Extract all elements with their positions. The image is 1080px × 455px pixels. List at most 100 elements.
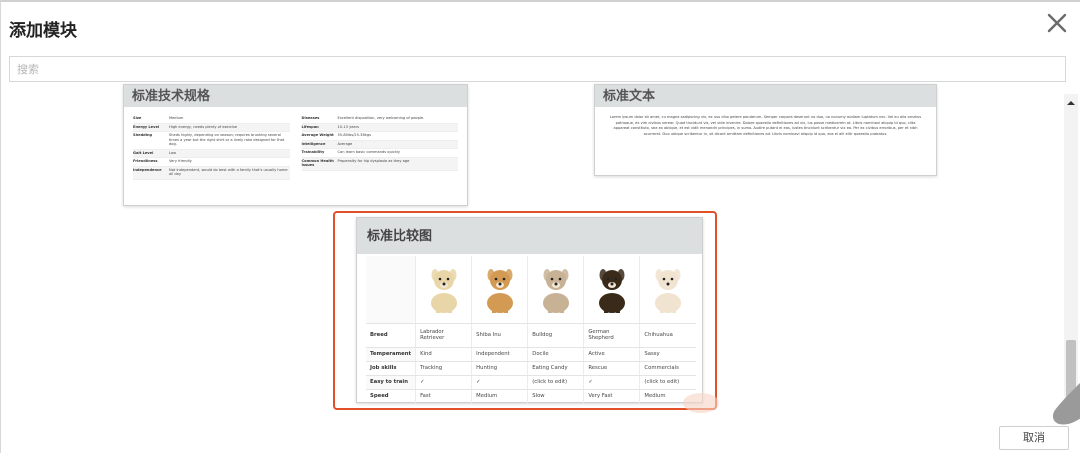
table-cell: Fast — [415, 389, 472, 404]
row-label: Temperament — [366, 347, 416, 362]
spec-value: Propensity for hip dysplasia as they age — [337, 158, 410, 163]
table-cell: Very Fast — [583, 389, 640, 404]
cancel-button[interactable]: 取消 — [999, 426, 1069, 450]
table-cell: ✓ — [471, 375, 528, 390]
spec-table: Size Medium Energy Level High energy, needs… — [124, 107, 467, 186]
table-cell: Active — [583, 347, 640, 362]
spec-key: Size — [133, 116, 142, 120]
spec-key: Lifespan — [301, 124, 319, 129]
spec-key: Intelligence — [301, 141, 326, 146]
spec-row: Diseases Excellent disposition, very welc… — [301, 115, 458, 124]
module-card-text[interactable]: 标准文本 Lorem ipsum dolor sit amet, cu magn… — [594, 84, 937, 176]
spec-row: Size Medium — [133, 115, 290, 124]
table-row: Speed Fast Medium Slow Very Fast Medium — [366, 389, 696, 404]
spec-row: Gait Level Low — [133, 149, 290, 158]
spec-value: High energy, needs plenty of exercise — [169, 124, 238, 129]
dog-image-bulldog — [527, 256, 584, 324]
table-cell: Hunting — [471, 361, 528, 376]
spec-row: Energy Level High energy, needs plenty of… — [133, 123, 290, 132]
dog-image-chihuahua — [639, 256, 696, 324]
spec-right-column: Diseases Excellent disposition, very welc… — [301, 115, 458, 180]
card-header: 标准技术规格 — [124, 85, 467, 107]
scroll-up-arrow-icon[interactable] — [1064, 97, 1078, 109]
spec-row: Shedding Sheds highly, depending on seaso… — [133, 132, 290, 150]
card-title: 标准技术规格 — [132, 89, 211, 104]
table-cell: Docile — [527, 347, 584, 362]
spec-key: Diseases — [301, 116, 320, 120]
spec-row: Trainability Can learn basic commands qui… — [301, 149, 458, 158]
column-header: Shiba Inu — [471, 323, 528, 348]
spec-value: Medium — [169, 116, 184, 120]
card-header: 标准文本 — [595, 85, 936, 107]
table-cell: Rescue — [583, 361, 640, 376]
add-module-dialog: 添加模块 标准技术规格 Size Medium Energy Level High e… — [0, 0, 1080, 453]
spec-row: Friendliness Very friendly — [133, 158, 290, 167]
dog-image-labrador — [415, 256, 472, 324]
search-input[interactable] — [9, 56, 1066, 82]
row-label: Easy to train — [366, 375, 416, 390]
table-cell: Slow — [527, 389, 584, 404]
column-header: Labrador Retriever — [415, 323, 472, 348]
table-cell: Tracking — [415, 361, 472, 376]
row-label: Job skills — [366, 361, 416, 376]
dog-image-german-shepherd — [583, 256, 640, 324]
table-cell: Independent — [471, 347, 528, 362]
table-cell: ✓ — [415, 375, 472, 390]
comparison-table: Breed Labrador Retriever Shiba Inu Bulld… — [366, 256, 696, 404]
spec-key: Gait Level — [133, 150, 154, 155]
module-card-spec[interactable]: 标准技术规格 Size Medium Energy Level High energy… — [123, 84, 468, 206]
spec-key: Independence — [133, 167, 162, 172]
table-cell: Medium — [471, 389, 528, 404]
table-cell: Eating Candy — [527, 361, 584, 376]
dog-image-shiba — [471, 256, 528, 324]
column-header: Bulldog — [527, 323, 584, 348]
spec-value: Sheds highly, depending on season; requi… — [169, 133, 285, 146]
table-cell: Commercials — [639, 361, 696, 376]
column-header: German Shepherd — [583, 323, 640, 348]
spec-key: Average Weight — [301, 133, 334, 137]
dog-icon — [542, 269, 569, 314]
spec-key: Common Health Issues — [301, 158, 334, 168]
spec-value: Excellent disposition, very welcoming of… — [337, 116, 425, 120]
table-cell: Sassy — [639, 347, 696, 362]
spec-key: Trainability — [301, 150, 325, 154]
column-header: Chihuahua — [639, 323, 696, 348]
spec-row: Independence Not independent, would do be… — [133, 166, 290, 180]
spec-value: Low — [169, 150, 177, 155]
table-cell: (click to edit) — [639, 375, 696, 390]
dog-icon — [430, 269, 457, 314]
table-row: Easy to train ✓ ✓ (click to edit) ✓ (cli… — [366, 375, 696, 390]
spec-row: Common Health Issues Propensity for hip d… — [301, 157, 458, 171]
spec-value: Not independent, would do best with a fa… — [169, 167, 288, 177]
spec-key: Energy Level — [133, 124, 160, 129]
table-cell: Kind — [415, 347, 472, 362]
dog-icon — [598, 269, 625, 314]
spec-row: Lifespan 10-13 years — [301, 123, 458, 132]
dialog-title: 添加模块 — [9, 21, 77, 41]
spec-row: Intelligence Average — [301, 140, 458, 149]
spec-value: 10-13 years — [337, 124, 359, 129]
spec-value: Very friendly — [169, 159, 192, 163]
close-icon[interactable] — [1046, 12, 1068, 34]
spec-key: Friendliness — [133, 159, 158, 163]
text-body: Lorem ipsum dolor sit amet, cu magna sad… — [609, 115, 922, 136]
spec-key: Shedding — [133, 133, 153, 137]
row-label: Speed — [366, 389, 416, 404]
table-row: Temperament Kind Independent Docile Acti… — [366, 347, 696, 362]
card-title: 标准文本 — [603, 89, 656, 104]
table-cell: ✓ — [583, 375, 640, 390]
card-header: 标准比较图 — [357, 218, 702, 254]
table-row: Job skills Tracking Hunting Eating Candy… — [366, 361, 696, 376]
spec-value: Average — [337, 141, 353, 146]
spec-value: 55-80lbs/25-36kgs — [337, 133, 371, 137]
dog-icon — [486, 269, 513, 314]
spec-row: Average Weight 55-80lbs/25-36kgs — [301, 132, 458, 141]
table-row: Breed Labrador Retriever Shiba Inu Bulld… — [366, 323, 696, 348]
table-row — [366, 256, 696, 324]
row-label: Breed — [366, 323, 416, 348]
spec-value: Can learn basic commands quickly — [337, 150, 401, 154]
dog-icon — [655, 269, 682, 314]
cursor-glow-icon — [683, 393, 719, 413]
module-card-comparison[interactable]: 标准比较图 Breed Labrador Retriever Shiba Inu… — [356, 217, 703, 404]
table-cell: (click to edit) — [527, 375, 584, 390]
